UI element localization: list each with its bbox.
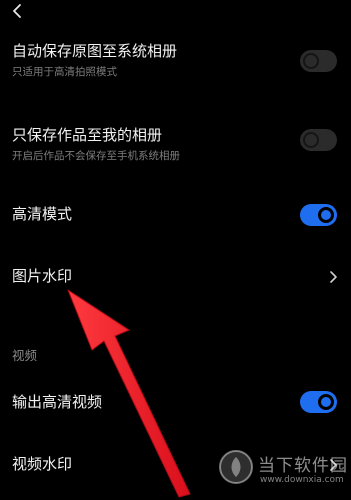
chevron-left-icon [13,4,21,18]
setting-row-hd-video-output[interactable]: 输出高清视频 [0,388,351,418]
setting-title: 输出高清视频 [12,393,103,411]
toggle-knob [318,394,334,410]
watermark-url: www.downxia.com [260,475,344,485]
setting-subtitle: 开启后作品不会保存至手机系统相册 [12,150,180,162]
setting-title: 只保存作品至我的相册 [12,126,163,144]
watermark-logo-icon [219,450,253,484]
setting-title: 图片水印 [12,267,73,285]
site-watermark: 当下软件园 www.downxia.com [218,443,348,495]
toggle-knob [318,207,334,223]
setting-title: 视频水印 [12,455,73,473]
auto-save-original-toggle[interactable] [300,50,337,72]
setting-title: 自动保存原图至系统相册 [12,42,178,60]
setting-row-image-watermark[interactable]: 图片水印 [0,262,351,292]
setting-subtitle: 只适用于高清拍照模式 [12,66,117,78]
setting-title: 高清模式 [12,205,73,223]
setting-row-auto-save-original[interactable]: 自动保存原图至系统相册 只适用于高清拍照模式 [0,38,351,88]
toggle-knob [303,132,319,148]
setting-row-hd-mode[interactable]: 高清模式 [0,200,351,230]
save-to-my-album-toggle[interactable] [300,129,337,151]
hd-mode-toggle[interactable] [300,204,337,226]
chevron-right-icon [330,271,337,283]
back-button[interactable] [6,0,30,24]
setting-row-save-to-my-album[interactable]: 只保存作品至我的相册 开启后作品不会保存至手机系统相册 [0,122,351,172]
toggle-knob [303,53,319,69]
watermark-name: 当下软件园 [258,456,348,476]
hd-video-output-toggle[interactable] [300,391,337,413]
section-header-video: 视频 [12,348,38,363]
